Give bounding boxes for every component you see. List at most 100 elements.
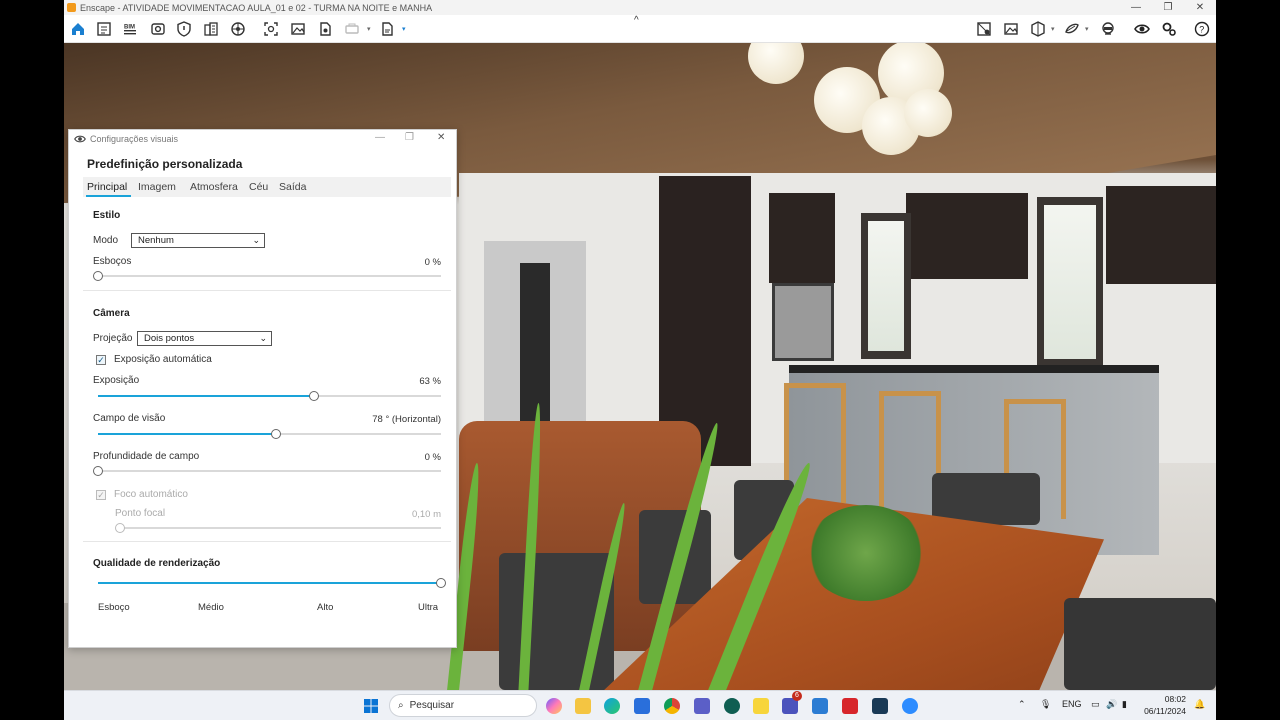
presenter-icon[interactable] xyxy=(1098,19,1118,39)
zoom-icon[interactable] xyxy=(902,698,918,714)
autofocus-label: Foco automático xyxy=(114,489,188,500)
panel-close-button[interactable]: ✕ xyxy=(437,132,445,143)
sketch-slider-thumb[interactable] xyxy=(93,271,103,281)
general-settings-icon[interactable] xyxy=(1159,19,1179,39)
network-icon[interactable]: ▭ xyxy=(1091,699,1100,710)
search-icon: ⌕ xyxy=(398,700,404,711)
help-icon[interactable]: ? xyxy=(1192,19,1212,39)
cube-dropdown-chevron-icon[interactable]: ▾ xyxy=(1051,25,1055,33)
mode-select[interactable]: Nenhum ⌄ xyxy=(131,233,265,248)
quality-label-high[interactable]: Alto xyxy=(317,602,333,613)
sketch-slider[interactable] xyxy=(98,275,441,277)
upper-cabinet xyxy=(769,193,835,283)
vr-dropdown-chevron-icon[interactable]: ▾ xyxy=(1085,25,1089,33)
language-indicator[interactable]: ENG xyxy=(1062,699,1082,709)
quality-label-ultra[interactable]: Ultra xyxy=(418,602,438,613)
taskbar-search[interactable]: ⌕ Pesquisar xyxy=(389,694,537,717)
notes-icon[interactable] xyxy=(94,19,114,39)
quality-slider[interactable] xyxy=(98,582,441,584)
sketchup-icon[interactable] xyxy=(872,698,888,714)
panel-maximize-button[interactable]: ❐ xyxy=(405,132,414,143)
panel-minimize-button[interactable]: — xyxy=(375,132,385,143)
panel-titlebar: Configurações visuais — ❐ ✕ xyxy=(69,130,456,148)
sticky-notes-icon[interactable] xyxy=(753,698,769,714)
focal-point-slider-thumb[interactable] xyxy=(115,523,125,533)
tab-ceu[interactable]: Céu xyxy=(249,181,268,193)
chevron-down-icon: ⌄ xyxy=(252,235,260,245)
sketch-value: 0 % xyxy=(424,257,441,268)
teams-notification-badge: 6 xyxy=(792,691,802,701)
vr-icon[interactable] xyxy=(1062,19,1082,39)
export-dropdown-chevron-icon[interactable]: ▾ xyxy=(402,25,406,33)
video-icon[interactable] xyxy=(315,19,335,39)
panel-body: Estilo Modo Nenhum ⌄ Esboços 0 % Câmera … xyxy=(83,197,451,645)
file-explorer-icon[interactable] xyxy=(575,698,591,714)
oven xyxy=(772,283,834,361)
auto-exposure-checkbox[interactable]: ✓ xyxy=(96,355,106,365)
gallery-icon[interactable] xyxy=(1001,19,1021,39)
settings-wheel-icon[interactable] xyxy=(228,19,248,39)
visual-settings-icon[interactable] xyxy=(1132,19,1152,39)
cube-icon[interactable] xyxy=(1028,19,1048,39)
microphone-icon[interactable]: 🎙 xyxy=(1040,699,1051,710)
mode-select-value: Nenhum xyxy=(138,235,174,246)
divider xyxy=(83,541,451,542)
panorama-dropdown-chevron-icon[interactable]: ▾ xyxy=(367,25,371,33)
safe-frame-icon[interactable] xyxy=(174,19,194,39)
dof-slider-thumb[interactable] xyxy=(93,466,103,476)
minimize-button[interactable]: — xyxy=(1121,0,1151,15)
image-icon[interactable] xyxy=(288,19,308,39)
collapse-toolbar-chevron-icon[interactable]: ^ xyxy=(634,15,639,26)
exposure-slider-thumb[interactable] xyxy=(309,391,320,401)
tab-saida[interactable]: Saída xyxy=(279,181,306,193)
windows-start-icon[interactable] xyxy=(363,698,379,714)
store-icon[interactable] xyxy=(634,698,650,714)
divider xyxy=(83,290,451,291)
letterbox-right xyxy=(1216,0,1280,720)
quality-label-medium[interactable]: Médio xyxy=(198,602,224,613)
word-icon[interactable] xyxy=(812,698,828,714)
tab-principal[interactable]: Principal xyxy=(87,181,127,193)
exposure-slider[interactable] xyxy=(98,395,441,397)
table-plant xyxy=(806,505,926,601)
tab-imagem[interactable]: Imagem xyxy=(138,181,176,193)
tray-overflow-chevron-icon[interactable]: ⌃ xyxy=(1018,699,1026,710)
main-toolbar: BIM ▾ ▾ ^ ▾ ▾ ? xyxy=(64,15,1216,43)
teams-icon[interactable] xyxy=(694,698,710,714)
notification-bell-icon[interactable]: 🔔 xyxy=(1194,699,1205,710)
projection-select[interactable]: Dois pontos ⌄ xyxy=(137,331,272,346)
bim-icon[interactable]: BIM xyxy=(120,19,140,39)
enscape-logo-icon xyxy=(67,3,76,12)
clock-time: 08:02 xyxy=(1164,694,1186,704)
asset-library-icon[interactable] xyxy=(201,19,221,39)
export-icon[interactable] xyxy=(377,19,397,39)
quality-slider-thumb[interactable] xyxy=(436,578,446,588)
fov-slider[interactable] xyxy=(98,433,441,435)
material-editor-icon[interactable] xyxy=(974,19,994,39)
ultra-icon[interactable] xyxy=(724,698,740,714)
panorama-icon[interactable] xyxy=(342,19,362,39)
clock-date: 06/11/2024 xyxy=(1144,706,1186,716)
autofocus-checkbox[interactable]: ✓ xyxy=(96,490,106,500)
home-icon[interactable] xyxy=(68,19,88,39)
exposure-label: Exposição xyxy=(93,375,140,386)
dof-slider[interactable] xyxy=(98,470,441,472)
fov-slider-thumb[interactable] xyxy=(271,429,282,439)
taskbar-clock[interactable]: 08:02 06/11/2024 xyxy=(1126,693,1186,717)
view-icon[interactable] xyxy=(148,19,168,39)
chrome-icon[interactable] xyxy=(664,698,680,714)
close-button[interactable]: ✕ xyxy=(1185,0,1215,15)
focal-point-slider[interactable] xyxy=(120,527,441,529)
edge-icon[interactable] xyxy=(604,698,620,714)
tab-atmosfera[interactable]: Atmosfera xyxy=(190,181,238,193)
preset-title[interactable]: Predefinição personalizada xyxy=(87,157,242,171)
projection-select-value: Dois pontos xyxy=(144,333,195,344)
copilot-icon[interactable] xyxy=(546,698,562,714)
volume-icon[interactable]: 🔊 xyxy=(1106,699,1117,710)
quality-label-sketch[interactable]: Esboço xyxy=(98,602,130,613)
letterbox-left xyxy=(0,0,64,720)
screenshot-icon[interactable] xyxy=(261,19,281,39)
acrobat-icon[interactable] xyxy=(842,698,858,714)
maximize-button[interactable]: ❐ xyxy=(1153,0,1183,15)
eye-icon xyxy=(74,135,86,143)
